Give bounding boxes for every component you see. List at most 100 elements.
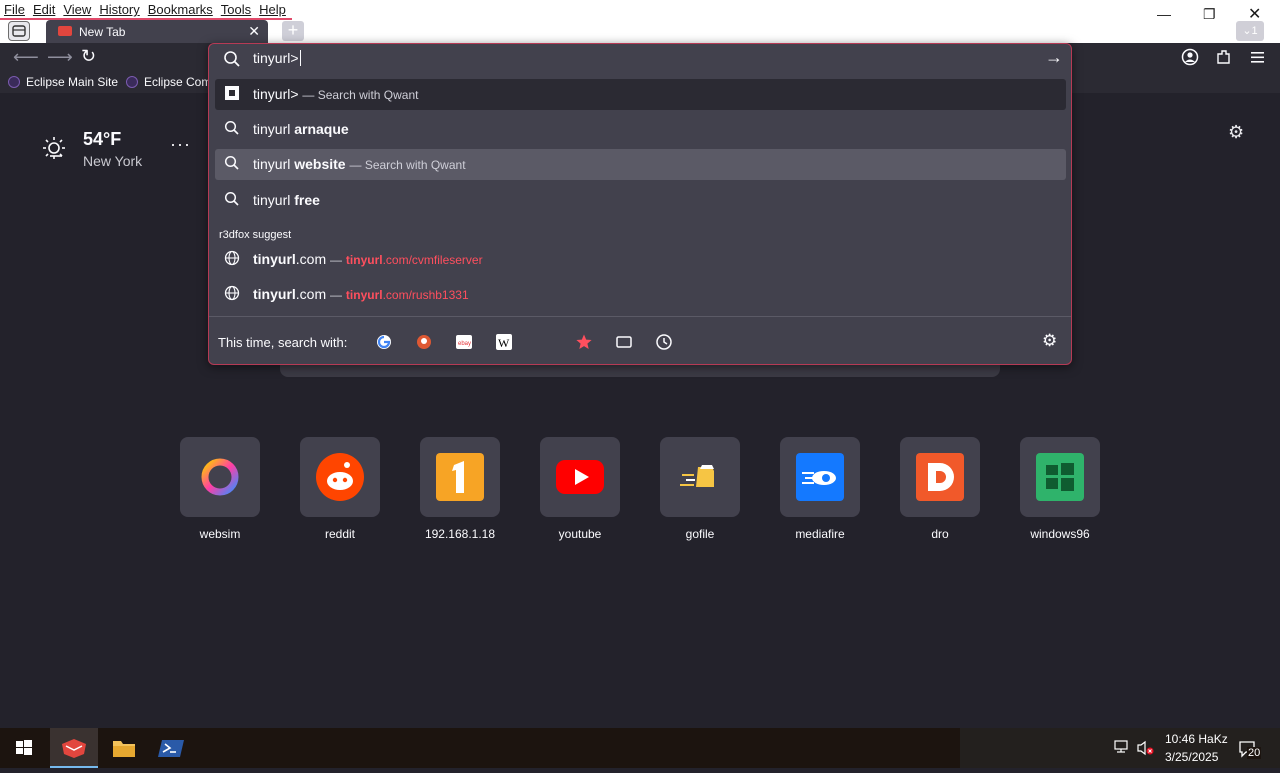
menu-view[interactable]: View xyxy=(59,0,95,20)
menu-edit[interactable]: Edit xyxy=(29,0,59,20)
url-dash: — xyxy=(330,288,343,302)
dro-logo-icon xyxy=(916,453,964,501)
gofile-logo-icon xyxy=(680,465,714,487)
start-button[interactable] xyxy=(0,728,48,768)
bookmarks-star-icon[interactable] xyxy=(575,333,593,351)
suggestion-row[interactable]: tinyurl> — Search with Qwant xyxy=(215,79,1066,110)
globe-icon xyxy=(224,250,240,269)
url-title-rest: .com xyxy=(295,251,327,267)
reload-icon[interactable]: ↻ xyxy=(81,46,96,67)
go-arrow-icon[interactable]: → xyxy=(1045,47,1063,68)
url-title-rest: .com xyxy=(295,286,327,302)
url-bold: tinyurl xyxy=(345,253,383,267)
tab-close-icon[interactable]: ✕ xyxy=(248,23,260,40)
menu-bar: File Edit View History Bookmarks Tools H… xyxy=(0,0,290,20)
top-site-dro[interactable]: dro xyxy=(900,437,980,541)
network-icon[interactable] xyxy=(1114,740,1130,759)
suggestion-query: tinyurl xyxy=(253,121,295,137)
qwant-icon xyxy=(224,85,240,104)
wikipedia-icon[interactable]: W xyxy=(495,333,513,351)
top-site-192-168-1-18[interactable]: 192.168.1.18 xyxy=(420,437,500,541)
partly-sunny-icon xyxy=(42,136,68,167)
url-dash: — xyxy=(330,253,343,267)
extensions-icon[interactable] xyxy=(1215,48,1233,71)
eclipse-favicon-icon xyxy=(126,76,138,88)
top-site-gofile[interactable]: gofile xyxy=(660,437,740,541)
suggestion-suffix: — Search with Qwant xyxy=(349,158,466,172)
svg-text:W: W xyxy=(498,336,510,350)
account-icon[interactable] xyxy=(1181,48,1199,71)
restore-icon[interactable]: ❐ xyxy=(1203,6,1216,23)
websim-logo-icon xyxy=(201,458,239,496)
gear-icon[interactable]: ⚙ xyxy=(1228,122,1244,143)
tabs-icon[interactable] xyxy=(615,333,633,351)
urlbar-input[interactable]: tinyurl> xyxy=(253,50,301,66)
svg-text:ebay: ebay xyxy=(458,341,471,347)
top-site-label: mediafire xyxy=(795,527,845,541)
url-rest: .com/rushb1331 xyxy=(382,288,469,302)
windows-logo-icon xyxy=(16,740,32,755)
top-site-tile xyxy=(420,437,500,517)
bookmark-eclipse-main-site[interactable]: Eclipse Main Site xyxy=(8,75,118,89)
duckduckgo-icon[interactable] xyxy=(415,333,433,351)
top-site-youtube[interactable]: youtube xyxy=(540,437,620,541)
top-site-mediafire[interactable]: mediafire xyxy=(780,437,860,541)
suggestion-suffix: — Search with Qwant xyxy=(302,88,419,102)
menu-history[interactable]: History xyxy=(95,0,143,20)
menu-help[interactable]: Help xyxy=(255,0,290,20)
one-off-search-bar: This time, search with: ebay W ⚙ xyxy=(209,316,1071,365)
url-rest: .com/cvmfileserver xyxy=(382,253,483,267)
clock-time[interactable]: 10:46 HaKz xyxy=(1165,732,1228,746)
suggestion-bold: website xyxy=(294,156,346,172)
menu-bookmarks[interactable]: Bookmarks xyxy=(144,0,217,20)
volume-muted-icon[interactable] xyxy=(1137,740,1155,761)
suggestion-query: tinyurl xyxy=(253,192,295,208)
top-site-label: gofile xyxy=(685,527,715,541)
new-tab-button[interactable]: + xyxy=(282,21,304,41)
browser-logo-icon xyxy=(62,739,86,758)
taskbar-file-explorer[interactable] xyxy=(100,728,148,768)
suggest-group-label: r3dfox suggest xyxy=(219,229,292,241)
url-suggestion-row[interactable]: tinyurl.com — tinyurl.com/cvmfileserver xyxy=(215,244,1066,275)
ebay-icon[interactable]: ebay xyxy=(455,333,473,351)
weather-more-button[interactable]: ··· xyxy=(170,134,191,155)
back-icon[interactable]: ⟵ xyxy=(13,47,39,68)
url-suggestion-row[interactable]: tinyurl.com — tinyurl.com/rushb1331 xyxy=(215,279,1066,310)
suggestion-row[interactable]: tinyurl website — Search with Qwant xyxy=(215,149,1066,180)
top-site-windows96[interactable]: windows96 xyxy=(1020,437,1100,541)
top-site-reddit[interactable]: reddit xyxy=(300,437,380,541)
google-icon[interactable] xyxy=(375,333,393,351)
taskbar-browser[interactable] xyxy=(50,728,98,768)
top-site-label: reddit xyxy=(324,527,356,541)
list-all-tabs-button[interactable]: ⌄1 xyxy=(1236,21,1264,41)
eclipse-favicon-icon xyxy=(8,76,20,88)
globe-icon xyxy=(224,285,240,304)
search-icon xyxy=(224,120,240,139)
top-site-tile xyxy=(780,437,860,517)
clock-date[interactable]: 3/25/2025 xyxy=(1165,750,1218,764)
minimize-icon[interactable]: — xyxy=(1157,6,1171,22)
menu-file[interactable]: File xyxy=(0,0,29,20)
app-menu-icon[interactable] xyxy=(1250,49,1266,70)
tab-favicon-icon xyxy=(58,26,72,36)
search-settings-gear-icon[interactable]: ⚙ xyxy=(1042,331,1060,350)
top-site-label: youtube xyxy=(558,527,602,541)
forward-icon[interactable]: ⟶ xyxy=(47,47,73,68)
number-one-logo-icon xyxy=(436,453,484,501)
search-icon xyxy=(224,155,240,174)
firefox-view-button[interactable] xyxy=(8,21,30,41)
suggestion-row[interactable]: tinyurl free xyxy=(215,185,1066,216)
history-clock-icon[interactable] xyxy=(655,333,673,351)
url-bold: tinyurl xyxy=(345,288,383,302)
url-title-bold: tinyurl xyxy=(253,251,296,267)
menu-tools[interactable]: Tools xyxy=(217,0,255,20)
top-site-label: websim xyxy=(199,527,241,541)
top-site-tile xyxy=(180,437,260,517)
bookmark-eclipse-com[interactable]: Eclipse Com xyxy=(126,75,211,89)
suggestion-row[interactable]: tinyurl arnaque xyxy=(215,114,1066,145)
youtube-logo-icon xyxy=(556,460,604,494)
top-site-websim[interactable]: websim xyxy=(180,437,260,541)
tab-title: New Tab xyxy=(79,25,126,39)
taskbar-powershell[interactable] xyxy=(148,728,196,768)
tab-new-tab[interactable]: New Tab ✕ xyxy=(46,20,268,43)
